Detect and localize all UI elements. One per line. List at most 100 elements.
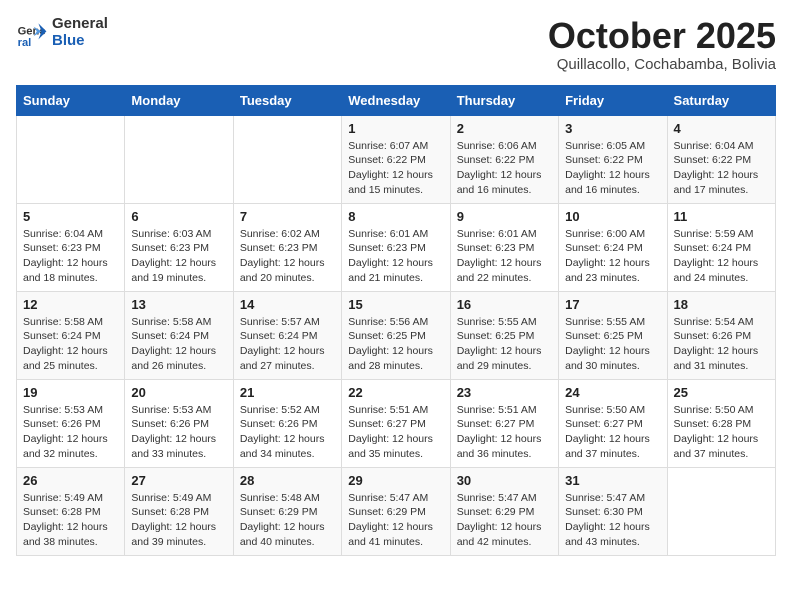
day-number-6: 6 [131, 209, 226, 224]
day-info-16: Sunrise: 5:55 AM Sunset: 6:25 PM Dayligh… [457, 315, 552, 374]
logo-text: General Blue [52, 16, 108, 49]
calendar-cell-w3-d4: 23 Sunrise: 5:51 AM Sunset: 6:27 PM Dayli… [450, 379, 558, 467]
day-number-29: 29 [348, 473, 443, 488]
calendar-cell-w2-d6: 18 Sunrise: 5:54 AM Sunset: 6:26 PM Dayli… [667, 291, 775, 379]
calendar-cell-w4-d5: 31Sunrise: 5:47 AM Sunset: 6:30 PM Dayli… [559, 467, 667, 555]
day-info-26: Sunrise: 5:49 AM Sunset: 6:28 PM Dayligh… [23, 491, 118, 550]
day-info-2: Sunrise: 6:06 AM Sunset: 6:22 PM Dayligh… [457, 139, 552, 198]
day-info-10: Sunrise: 6:00 AM Sunset: 6:24 PM Dayligh… [565, 227, 660, 286]
week-row-1: 5Sunrise: 6:04 AM Sunset: 6:23 PM Daylig… [17, 203, 776, 291]
calendar-cell-w4-d0: 26 Sunrise: 5:49 AM Sunset: 6:28 PM Dayli… [17, 467, 125, 555]
day-info-19: Sunrise: 5:53 AM Sunset: 6:26 PM Dayligh… [23, 403, 118, 462]
logo: Gene ral General Blue [16, 16, 108, 49]
calendar-cell-w3-d6: 25Sunrise: 5:50 AM Sunset: 6:28 PM Dayli… [667, 379, 775, 467]
calendar-cell-w1-d6: 11 Sunrise: 5:59 AM Sunset: 6:24 PM Dayli… [667, 203, 775, 291]
day-number-19: 19 [23, 385, 118, 400]
calendar-cell-w2-d5: 17 Sunrise: 5:55 AM Sunset: 6:25 PM Dayli… [559, 291, 667, 379]
day-info-3: Sunrise: 6:05 AM Sunset: 6:22 PM Dayligh… [565, 139, 660, 198]
day-number-25: 25 [674, 385, 769, 400]
day-number-22: 22 [348, 385, 443, 400]
calendar-cell-w3-d2: 21 Sunrise: 5:52 AM Sunset: 6:26 PM Dayli… [233, 379, 341, 467]
day-number-17: 17 [565, 297, 660, 312]
day-info-23: Sunrise: 5:51 AM Sunset: 6:27 PM Dayligh… [457, 403, 552, 462]
calendar-cell-w2-d3: 15 Sunrise: 5:56 AM Sunset: 6:25 PM Dayli… [342, 291, 450, 379]
day-number-10: 10 [565, 209, 660, 224]
calendar-cell-w1-d4: 9 Sunrise: 6:01 AM Sunset: 6:23 PM Daylig… [450, 203, 558, 291]
calendar-cell-w2-d1: 13 Sunrise: 5:58 AM Sunset: 6:24 PM Dayli… [125, 291, 233, 379]
calendar-cell-w1-d2: 7 Sunrise: 6:02 AM Sunset: 6:23 PM Daylig… [233, 203, 341, 291]
day-number-30: 30 [457, 473, 552, 488]
calendar-cell-w1-d1: 6 Sunrise: 6:03 AM Sunset: 6:23 PM Daylig… [125, 203, 233, 291]
day-number-9: 9 [457, 209, 552, 224]
day-info-7: Sunrise: 6:02 AM Sunset: 6:23 PM Dayligh… [240, 227, 335, 286]
calendar-cell-w2-d2: 14 Sunrise: 5:57 AM Sunset: 6:24 PM Dayli… [233, 291, 341, 379]
svg-text:ral: ral [18, 36, 32, 48]
day-info-31: Sunrise: 5:47 AM Sunset: 6:30 PM Dayligh… [565, 491, 660, 550]
day-info-13: Sunrise: 5:58 AM Sunset: 6:24 PM Dayligh… [131, 315, 226, 374]
day-info-18: Sunrise: 5:54 AM Sunset: 6:26 PM Dayligh… [674, 315, 769, 374]
day-info-9: Sunrise: 6:01 AM Sunset: 6:23 PM Dayligh… [457, 227, 552, 286]
calendar-cell-w0-d5: 3 Sunrise: 6:05 AM Sunset: 6:22 PM Daylig… [559, 115, 667, 203]
day-number-4: 4 [674, 121, 769, 136]
day-number-15: 15 [348, 297, 443, 312]
header-saturday: Saturday [667, 85, 775, 115]
calendar-cell-w0-d6: 4 Sunrise: 6:04 AM Sunset: 6:22 PM Daylig… [667, 115, 775, 203]
day-number-18: 18 [674, 297, 769, 312]
calendar-cell-w1-d5: 10 Sunrise: 6:00 AM Sunset: 6:24 PM Dayli… [559, 203, 667, 291]
day-info-11: Sunrise: 5:59 AM Sunset: 6:24 PM Dayligh… [674, 227, 769, 286]
page-header: Gene ral General Blue October 2025 Quill… [16, 16, 776, 73]
day-info-30: Sunrise: 5:47 AM Sunset: 6:29 PM Dayligh… [457, 491, 552, 550]
calendar-cell-w0-d3: 1Sunrise: 6:07 AM Sunset: 6:22 PM Daylig… [342, 115, 450, 203]
day-info-12: Sunrise: 5:58 AM Sunset: 6:24 PM Dayligh… [23, 315, 118, 374]
day-number-2: 2 [457, 121, 552, 136]
calendar-cell-w0-d4: 2 Sunrise: 6:06 AM Sunset: 6:22 PM Daylig… [450, 115, 558, 203]
calendar-cell-w3-d5: 24Sunrise: 5:50 AM Sunset: 6:27 PM Dayli… [559, 379, 667, 467]
day-info-20: Sunrise: 5:53 AM Sunset: 6:26 PM Dayligh… [131, 403, 226, 462]
day-number-11: 11 [674, 209, 769, 224]
calendar-cell-w4-d2: 28 Sunrise: 5:48 AM Sunset: 6:29 PM Dayli… [233, 467, 341, 555]
calendar-cell-w4-d1: 27 Sunrise: 5:49 AM Sunset: 6:28 PM Dayli… [125, 467, 233, 555]
day-number-21: 21 [240, 385, 335, 400]
weekday-header-row: Sunday Monday Tuesday Wednesday Thursday… [17, 85, 776, 115]
day-number-8: 8 [348, 209, 443, 224]
header-friday: Friday [559, 85, 667, 115]
header-sunday: Sunday [17, 85, 125, 115]
week-row-2: 12 Sunrise: 5:58 AM Sunset: 6:24 PM Dayli… [17, 291, 776, 379]
day-number-20: 20 [131, 385, 226, 400]
day-number-23: 23 [457, 385, 552, 400]
calendar-cell-w4-d4: 30 Sunrise: 5:47 AM Sunset: 6:29 PM Dayli… [450, 467, 558, 555]
logo-blue-text: Blue [52, 33, 108, 50]
day-info-21: Sunrise: 5:52 AM Sunset: 6:26 PM Dayligh… [240, 403, 335, 462]
day-number-26: 26 [23, 473, 118, 488]
calendar-cell-w3-d1: 20 Sunrise: 5:53 AM Sunset: 6:26 PM Dayli… [125, 379, 233, 467]
day-info-22: Sunrise: 5:51 AM Sunset: 6:27 PM Dayligh… [348, 403, 443, 462]
week-row-3: 19 Sunrise: 5:53 AM Sunset: 6:26 PM Dayli… [17, 379, 776, 467]
calendar-cell-w3-d0: 19 Sunrise: 5:53 AM Sunset: 6:26 PM Dayli… [17, 379, 125, 467]
day-info-24: Sunrise: 5:50 AM Sunset: 6:27 PM Dayligh… [565, 403, 660, 462]
calendar-cell-w1-d3: 8Sunrise: 6:01 AM Sunset: 6:23 PM Daylig… [342, 203, 450, 291]
day-number-7: 7 [240, 209, 335, 224]
day-number-14: 14 [240, 297, 335, 312]
day-info-27: Sunrise: 5:49 AM Sunset: 6:28 PM Dayligh… [131, 491, 226, 550]
day-info-15: Sunrise: 5:56 AM Sunset: 6:25 PM Dayligh… [348, 315, 443, 374]
month-title: October 2025 [548, 16, 776, 56]
day-info-4: Sunrise: 6:04 AM Sunset: 6:22 PM Dayligh… [674, 139, 769, 198]
day-number-3: 3 [565, 121, 660, 136]
day-number-12: 12 [23, 297, 118, 312]
calendar-cell-w3-d3: 22 Sunrise: 5:51 AM Sunset: 6:27 PM Dayli… [342, 379, 450, 467]
title-block: October 2025 Quillacollo, Cochabamba, Bo… [548, 16, 776, 73]
day-info-6: Sunrise: 6:03 AM Sunset: 6:23 PM Dayligh… [131, 227, 226, 286]
calendar-cell-w1-d0: 5Sunrise: 6:04 AM Sunset: 6:23 PM Daylig… [17, 203, 125, 291]
calendar-cell-w4-d6 [667, 467, 775, 555]
day-info-17: Sunrise: 5:55 AM Sunset: 6:25 PM Dayligh… [565, 315, 660, 374]
calendar-cell-w2-d0: 12 Sunrise: 5:58 AM Sunset: 6:24 PM Dayli… [17, 291, 125, 379]
day-info-14: Sunrise: 5:57 AM Sunset: 6:24 PM Dayligh… [240, 315, 335, 374]
logo-icon: Gene ral [16, 17, 48, 49]
day-number-13: 13 [131, 297, 226, 312]
logo-general-text: General [52, 16, 108, 33]
day-number-27: 27 [131, 473, 226, 488]
day-number-28: 28 [240, 473, 335, 488]
day-info-28: Sunrise: 5:48 AM Sunset: 6:29 PM Dayligh… [240, 491, 335, 550]
day-number-16: 16 [457, 297, 552, 312]
day-number-1: 1 [348, 121, 443, 136]
